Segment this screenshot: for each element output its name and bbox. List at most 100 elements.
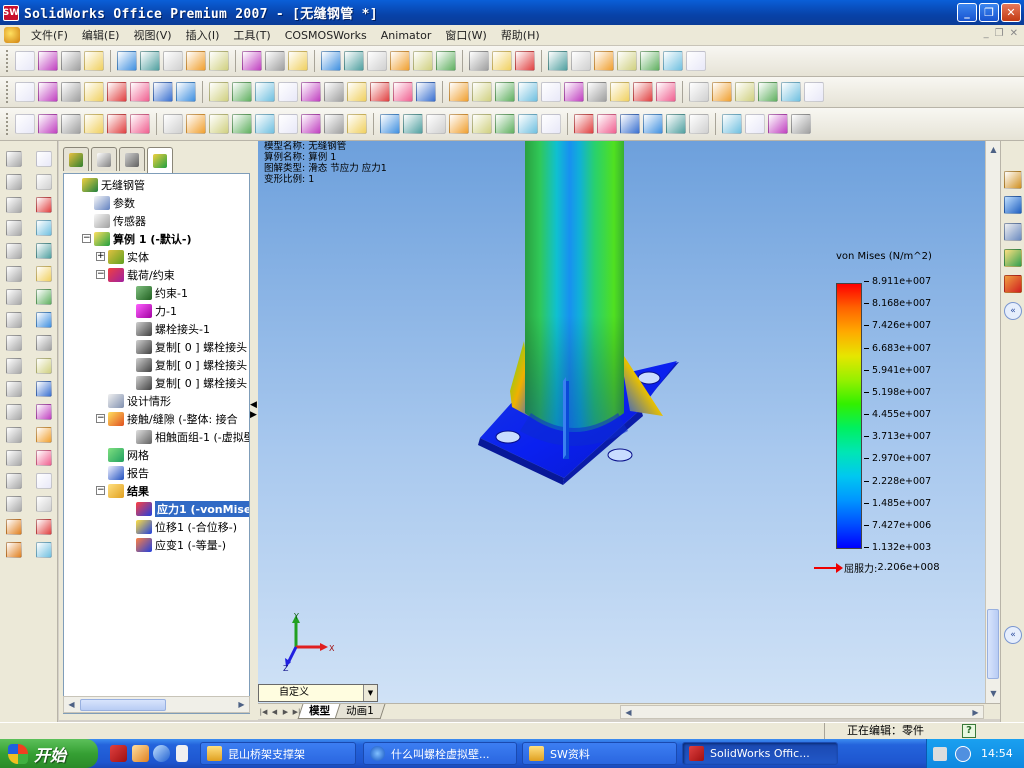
- tree-item[interactable]: 传感器: [94, 212, 146, 230]
- scroll-up-icon[interactable]: ▲: [986, 142, 1001, 157]
- toolbar-button-icon[interactable]: [347, 82, 367, 102]
- tab-prev-icon[interactable]: ◀: [269, 706, 280, 718]
- toolbar-button-icon[interactable]: [791, 114, 811, 134]
- doc-minimize-icon[interactable]: _: [984, 28, 989, 39]
- tree-item[interactable]: 约束-1: [136, 284, 188, 302]
- toolbar-button-icon[interactable]: [107, 114, 127, 134]
- viewport-horizontal-scrollbar[interactable]: ◀ ▶: [620, 705, 984, 719]
- toolbar-button-icon[interactable]: [620, 114, 640, 134]
- toolbar-button-icon[interactable]: [472, 114, 492, 134]
- expand-icon[interactable]: +: [96, 252, 105, 261]
- toolbar-button-icon[interactable]: [781, 82, 801, 102]
- tab-cosmosworks-manager[interactable]: [147, 147, 173, 173]
- toolbar-button-icon[interactable]: [265, 51, 285, 71]
- toolbar-button-icon[interactable]: [301, 82, 321, 102]
- tree-item[interactable]: 接触/缝隙 (-整体: 接合: [108, 410, 238, 428]
- toolbar-button-icon[interactable]: [597, 114, 617, 134]
- vertical-tool-icon[interactable]: [36, 289, 52, 305]
- hscroll-left-icon[interactable]: ◀: [621, 705, 636, 719]
- toolbar-button-icon[interactable]: [617, 51, 637, 71]
- graphics-viewport[interactable]: 模型名称: 无缝钢管 算例名称: 算例 1 图解类型: 滑态 节应力 应力1 变…: [258, 141, 985, 703]
- task-ie-browser[interactable]: 什么叫螺栓虚拟壁...: [363, 742, 517, 765]
- toolbar-button-icon[interactable]: [663, 51, 683, 71]
- toolbar-button-icon[interactable]: [61, 51, 81, 71]
- collapse-pane-icon[interactable]: «: [1004, 302, 1022, 320]
- start-button[interactable]: 开始: [0, 739, 98, 768]
- tree-item[interactable]: 载荷/约束: [108, 266, 175, 284]
- vertical-tool-icon[interactable]: [36, 542, 52, 558]
- vertical-tool-icon[interactable]: [6, 243, 22, 259]
- toolbar-button-icon[interactable]: [209, 82, 229, 102]
- toolbar-button-icon[interactable]: [324, 114, 344, 134]
- toolbar-button-icon[interactable]: [564, 82, 584, 102]
- minimize-button[interactable]: _: [957, 3, 977, 22]
- toolbar-button-icon[interactable]: [380, 114, 400, 134]
- help-icon[interactable]: ?: [962, 724, 976, 738]
- tree-item[interactable]: 位移1 (-合位移-): [136, 518, 237, 536]
- toolbar-button-icon[interactable]: [610, 82, 630, 102]
- toolbar-grip[interactable]: [6, 81, 9, 103]
- toolbar-button-icon[interactable]: [416, 82, 436, 102]
- chevron-down-icon[interactable]: ▼: [363, 685, 377, 701]
- panel-splitter-arrows[interactable]: ◀ ▶: [250, 400, 257, 426]
- toolbar-button-icon[interactable]: [722, 114, 742, 134]
- tree-item[interactable]: 无缝钢管: [82, 176, 145, 194]
- design-library-icon[interactable]: [1004, 196, 1022, 214]
- coordinate-triad[interactable]: Y X Z: [280, 611, 340, 671]
- toolbar-button-icon[interactable]: [15, 51, 35, 71]
- tree-item[interactable]: 设计情形: [108, 392, 171, 410]
- tree-horizontal-scrollbar[interactable]: ◀ ▶: [63, 696, 250, 713]
- vertical-tool-icon[interactable]: [6, 473, 22, 489]
- vertical-tool-icon[interactable]: [36, 312, 52, 328]
- tree-item[interactable]: 实体: [108, 248, 149, 266]
- tree-item[interactable]: 复制[ 0 ] 螺栓接头: [136, 338, 247, 356]
- collapse-icon[interactable]: −: [96, 270, 105, 279]
- toolbar-button-icon[interactable]: [735, 82, 755, 102]
- vertical-tool-icon[interactable]: [6, 427, 22, 443]
- toolbar-button-icon[interactable]: [518, 82, 538, 102]
- toolbar-button-icon[interactable]: [768, 114, 788, 134]
- vertical-tool-icon[interactable]: [36, 220, 52, 236]
- toolbar-button-icon[interactable]: [301, 114, 321, 134]
- toolbar-button-icon[interactable]: [393, 82, 413, 102]
- volume-icon[interactable]: [955, 745, 971, 762]
- task-sw-folder[interactable]: SW资料: [522, 742, 677, 765]
- toolbar-button-icon[interactable]: [61, 82, 81, 102]
- toolbar-button-icon[interactable]: [449, 114, 469, 134]
- vertical-tool-icon[interactable]: [6, 450, 22, 466]
- vertical-tool-icon[interactable]: [6, 289, 22, 305]
- vertical-tool-icon[interactable]: [36, 151, 52, 167]
- tree-item[interactable]: 网格: [108, 446, 149, 464]
- toolbar-button-icon[interactable]: [495, 114, 515, 134]
- toolbar-button-icon[interactable]: [209, 114, 229, 134]
- ie-quicklaunch-icon[interactable]: [153, 745, 170, 762]
- vertical-tool-icon[interactable]: [36, 381, 52, 397]
- toolbar-button-icon[interactable]: [130, 82, 150, 102]
- toolbar-button-icon[interactable]: [643, 114, 663, 134]
- toolbar-grip[interactable]: [6, 50, 9, 72]
- toolbar-button-icon[interactable]: [666, 114, 686, 134]
- vertical-tool-icon[interactable]: [6, 381, 22, 397]
- vertical-tool-icon[interactable]: [36, 243, 52, 259]
- doc-close-icon[interactable]: ✕: [1010, 28, 1018, 39]
- toolbar-button-icon[interactable]: [390, 51, 410, 71]
- toolbar-button-icon[interactable]: [288, 51, 308, 71]
- vertical-tool-icon[interactable]: [6, 312, 22, 328]
- vertical-tool-icon[interactable]: [36, 174, 52, 190]
- tree-scroll-thumb[interactable]: [80, 699, 166, 711]
- toolbar-button-icon[interactable]: [38, 114, 58, 134]
- tree-item[interactable]: 应变1 (-等量-): [136, 536, 226, 554]
- toolbar-button-icon[interactable]: [449, 82, 469, 102]
- toolbar-button-icon[interactable]: [574, 114, 594, 134]
- solidworks-quicklaunch-icon[interactable]: [110, 745, 127, 762]
- vertical-tool-icon[interactable]: [6, 151, 22, 167]
- toolbar-button-icon[interactable]: [370, 82, 390, 102]
- toolbar-button-icon[interactable]: [436, 51, 456, 71]
- toolbar-button-icon[interactable]: [745, 114, 765, 134]
- toolbar-button-icon[interactable]: [232, 82, 252, 102]
- collapse-icon[interactable]: −: [96, 486, 105, 495]
- toolbar-button-icon[interactable]: [548, 51, 568, 71]
- collapse-icon[interactable]: −: [96, 414, 105, 423]
- vertical-tool-icon[interactable]: [36, 358, 52, 374]
- task-kunshan-folder[interactable]: 昆山桥架支撑架: [200, 742, 356, 765]
